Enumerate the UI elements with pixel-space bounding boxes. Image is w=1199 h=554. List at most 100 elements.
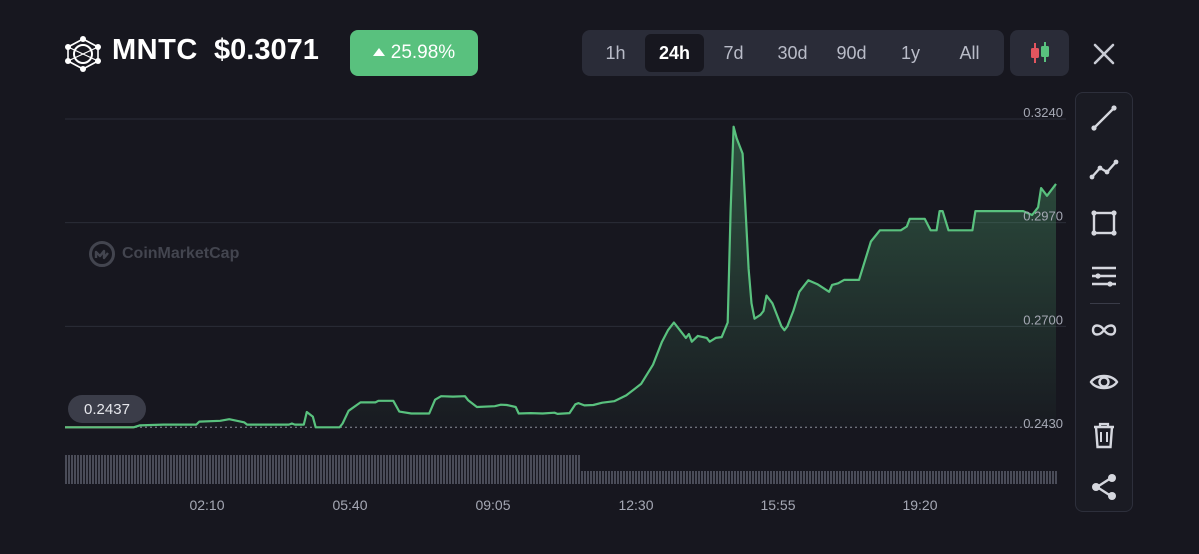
volume-bar <box>1028 471 1030 484</box>
volume-bar <box>815 471 817 484</box>
reference-value-label: 0.2437 <box>68 395 146 423</box>
volume-bar <box>287 455 289 484</box>
volume-bar <box>443 455 445 484</box>
volume-bar <box>884 471 886 484</box>
volume-bar <box>485 455 487 484</box>
volume-bar <box>446 455 448 484</box>
volume-bar <box>608 471 610 484</box>
volume-bar <box>950 471 952 484</box>
y-tick-label: 0.2970 <box>1023 209 1063 224</box>
volume-bar <box>569 455 571 484</box>
volume-bar <box>389 455 391 484</box>
volume-bar <box>539 455 541 484</box>
volume-bar <box>617 471 619 484</box>
volume-bar <box>683 471 685 484</box>
volume-bar <box>545 455 547 484</box>
volume-bar <box>1019 471 1021 484</box>
volume-bar <box>551 455 553 484</box>
volume-bar <box>380 455 382 484</box>
volume-bar <box>218 455 220 484</box>
volume-bar <box>575 455 577 484</box>
volume-bar <box>461 455 463 484</box>
volume-bar <box>734 471 736 484</box>
volume-bar <box>92 455 94 484</box>
volume-bar <box>77 455 79 484</box>
volume-bar <box>437 455 439 484</box>
volume-bar <box>848 471 850 484</box>
volume-bar <box>275 455 277 484</box>
volume-bar <box>257 455 259 484</box>
coinmarketcap-watermark: CoinMarketCap <box>88 240 239 268</box>
volume-bar <box>914 471 916 484</box>
volume-bar <box>833 471 835 484</box>
volume-bar <box>305 455 307 484</box>
volume-bar <box>1040 471 1042 484</box>
volume-bar <box>1013 471 1015 484</box>
volume-bar <box>821 471 823 484</box>
volume-bar <box>806 471 808 484</box>
volume-bar <box>398 455 400 484</box>
volume-bar <box>935 471 937 484</box>
volume-bar <box>149 455 151 484</box>
volume-bar <box>785 471 787 484</box>
volume-bar <box>473 455 475 484</box>
volume-bar <box>494 455 496 484</box>
volume-bar <box>845 471 847 484</box>
x-tick-label: 02:10 <box>189 497 224 513</box>
volume-bar <box>803 471 805 484</box>
volume-bar <box>641 471 643 484</box>
volume-bar <box>965 471 967 484</box>
volume-bar <box>710 471 712 484</box>
volume-bar <box>587 471 589 484</box>
volume-bar <box>662 471 664 484</box>
volume-bar <box>134 455 136 484</box>
volume-bar <box>515 455 517 484</box>
volume-bar <box>179 455 181 484</box>
volume-bar <box>866 471 868 484</box>
volume-bar <box>455 455 457 484</box>
volume-bar <box>68 455 70 484</box>
volume-bar <box>155 455 157 484</box>
volume-bar <box>203 455 205 484</box>
volume-bar <box>746 471 748 484</box>
volume-bar <box>263 455 265 484</box>
volume-bar <box>278 455 280 484</box>
volume-bar <box>359 455 361 484</box>
volume-bar <box>557 455 559 484</box>
volume-bar <box>113 455 115 484</box>
volume-bar <box>425 455 427 484</box>
volume-bar <box>470 455 472 484</box>
volume-bar <box>932 471 934 484</box>
volume-bar <box>782 471 784 484</box>
volume-bar <box>1043 471 1045 484</box>
volume-bar <box>1034 471 1036 484</box>
volume-bar <box>581 471 583 484</box>
volume-bar <box>146 455 148 484</box>
volume-bar <box>929 471 931 484</box>
volume-bar <box>836 471 838 484</box>
volume-bar <box>212 455 214 484</box>
volume-bar <box>191 455 193 484</box>
volume-bar <box>749 471 751 484</box>
volume-bar <box>839 471 841 484</box>
volume-bar <box>395 455 397 484</box>
volume-bar <box>701 471 703 484</box>
volume-bar <box>362 455 364 484</box>
volume-bar <box>377 455 379 484</box>
volume-bar <box>431 455 433 484</box>
volume-bar <box>638 471 640 484</box>
volume-bar <box>647 471 649 484</box>
volume-bar <box>623 471 625 484</box>
volume-bar <box>290 455 292 484</box>
volume-bar <box>872 471 874 484</box>
volume-bar <box>293 455 295 484</box>
volume-bars <box>65 455 1057 484</box>
volume-bar <box>74 455 76 484</box>
volume-bar <box>521 455 523 484</box>
volume-bar <box>1022 471 1024 484</box>
volume-bar <box>410 455 412 484</box>
volume-bar <box>383 455 385 484</box>
volume-bar <box>725 471 727 484</box>
volume-bar <box>1031 471 1033 484</box>
volume-bar <box>173 455 175 484</box>
